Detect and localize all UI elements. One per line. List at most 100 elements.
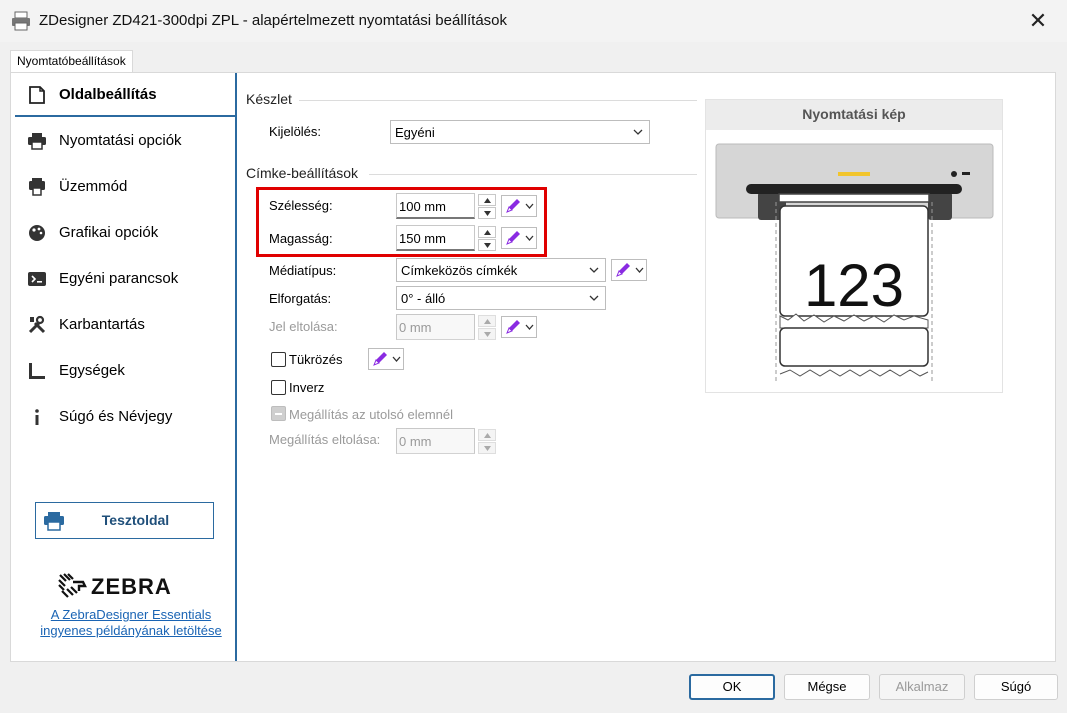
sidebar-item-label: Egységek	[59, 362, 125, 379]
print-preview-panel: Nyomtatási kép 123	[705, 99, 1003, 393]
divider	[299, 100, 697, 101]
stock-group-title: Készlet	[246, 91, 292, 107]
label-settings-group-title: Címke-beállítások	[246, 165, 359, 181]
arrow-up-icon	[484, 230, 491, 235]
arrow-down-icon	[484, 211, 491, 216]
cancel-button[interactable]: Mégse	[784, 674, 870, 700]
mark-offset-label: Jel eltolása:	[269, 319, 338, 334]
sidebar-item-units[interactable]: Egységek	[15, 349, 237, 393]
width-input[interactable]: 100 mm	[396, 193, 475, 219]
mark-offset-edit-button[interactable]	[501, 316, 537, 338]
sidebar-item-graphic-options[interactable]: Grafikai opciók	[15, 211, 237, 255]
width-stepper[interactable]	[478, 194, 496, 220]
height-edit-button[interactable]	[501, 227, 537, 249]
arrow-up-icon	[484, 198, 491, 203]
window-title: ZDesigner ZD421-300dpi ZPL - alapértelme…	[39, 12, 508, 29]
sidebar-item-help-about[interactable]: Súgó és Névjegy	[15, 395, 237, 439]
spin-down-button	[478, 328, 496, 340]
sidebar-item-print-options[interactable]: Nyomtatási opciók	[15, 119, 237, 163]
printer-icon	[12, 11, 30, 31]
spin-up-button	[478, 429, 496, 441]
chevron-down-icon	[633, 129, 643, 135]
sidebar-item-label: Oldalbeállítás	[59, 86, 157, 103]
pencil-icon	[506, 199, 534, 213]
sidebar-item-custom-commands[interactable]: Egyéni parancsok	[15, 257, 237, 301]
rotation-dropdown[interactable]: 0° - álló	[396, 286, 606, 310]
sidebar-item-label: Üzemmód	[59, 178, 128, 195]
stop-offset-input: 0 mm	[396, 428, 475, 454]
sidebar-item-mode[interactable]: Üzemmód	[15, 165, 237, 209]
mark-offset-stepper	[478, 315, 496, 341]
media-type-dropdown[interactable]: Címkeközös címkék	[396, 258, 606, 282]
sidebar-item-label: Súgó és Névjegy	[59, 408, 173, 425]
sidebar-item-label: Karbantartás	[59, 316, 145, 333]
pencil-icon	[616, 263, 644, 277]
mark-offset-input: 0 mm	[396, 314, 475, 340]
mirror-edit-button[interactable]	[368, 348, 404, 370]
pencil-icon	[506, 231, 534, 245]
ruler-icon	[29, 363, 45, 379]
info-icon	[35, 409, 39, 425]
chevron-down-icon	[589, 295, 599, 301]
rotation-label: Elforgatás:	[269, 291, 332, 306]
spin-down-button	[478, 442, 496, 454]
printer-icon	[28, 133, 46, 150]
pencil-icon	[506, 320, 534, 334]
stop-offset-stepper	[478, 429, 496, 455]
height-input[interactable]: 150 mm	[396, 225, 475, 251]
stop-last-checkbox	[271, 406, 286, 421]
sidebar-item-page-setup[interactable]: Oldalbeállítás	[15, 73, 237, 117]
height-value: 150 mm	[399, 231, 446, 246]
media-type-value: Címkeközös címkék	[401, 263, 518, 278]
preview-sample-text: 123	[804, 252, 904, 319]
mirror-checkbox[interactable]	[271, 352, 286, 367]
pencil-icon	[373, 352, 401, 366]
inverse-checkbox[interactable]	[271, 380, 286, 395]
selection-value: Egyéni	[395, 125, 435, 140]
close-button[interactable]: ✕	[1023, 8, 1053, 34]
ok-button[interactable]: OK	[689, 674, 775, 700]
download-link[interactable]: A ZebraDesigner Essentials ingyenes péld…	[31, 607, 231, 639]
width-edit-button[interactable]	[501, 195, 537, 217]
palette-icon	[29, 225, 45, 241]
divider	[369, 174, 697, 175]
inverse-label: Inverz	[289, 380, 325, 395]
spin-down-button[interactable]	[478, 239, 496, 251]
mark-offset-value: 0 mm	[399, 320, 432, 335]
stop-offset-value: 0 mm	[399, 434, 432, 449]
spin-down-button[interactable]	[478, 207, 496, 219]
printer-preview-image: 123	[715, 143, 994, 382]
title-bar: ZDesigner ZD421-300dpi ZPL - alapértelme…	[0, 0, 1067, 42]
arrow-down-icon	[484, 332, 491, 337]
selection-dropdown[interactable]: Egyéni	[390, 120, 650, 144]
test-page-button[interactable]: Tesztoldal	[35, 502, 214, 539]
media-type-edit-button[interactable]	[611, 259, 647, 281]
spin-up-button[interactable]	[478, 194, 496, 206]
chevron-down-icon	[589, 267, 599, 273]
arrow-down-icon	[484, 446, 491, 451]
arrow-up-icon	[484, 433, 491, 438]
arrow-down-icon	[484, 243, 491, 248]
help-button[interactable]: Súgó	[974, 674, 1058, 700]
selection-label: Kijelölés:	[269, 124, 322, 139]
sidebar-item-label: Egyéni parancsok	[59, 270, 179, 287]
sidebar-item-label: Nyomtatási opciók	[59, 132, 182, 149]
stop-offset-label: Megállítás eltolása:	[269, 432, 381, 447]
sidebar-item-maintenance[interactable]: Karbantartás	[15, 303, 237, 347]
width-value: 100 mm	[399, 199, 446, 214]
zebra-head-icon	[58, 573, 87, 598]
sidebar: Oldalbeállítás Nyomtatási opciók Üzemmód…	[11, 73, 237, 661]
page-icon	[29, 86, 45, 104]
arrow-up-icon	[484, 319, 491, 324]
tab-printer-settings[interactable]: Nyomtatóbeállítások	[10, 50, 133, 73]
spin-up-button[interactable]	[478, 226, 496, 238]
zebra-wordmark: ZEBRA	[91, 574, 172, 599]
width-label: Szélesség:	[269, 198, 333, 213]
mirror-label: Tükrözés	[289, 352, 343, 367]
spin-up-button	[478, 315, 496, 327]
sidebar-item-label: Grafikai opciók	[59, 224, 159, 241]
rotation-value: 0° - álló	[401, 291, 446, 306]
apply-button: Alkalmaz	[879, 674, 965, 700]
preview-title: Nyomtatási kép	[706, 100, 1002, 130]
height-stepper[interactable]	[478, 226, 496, 252]
